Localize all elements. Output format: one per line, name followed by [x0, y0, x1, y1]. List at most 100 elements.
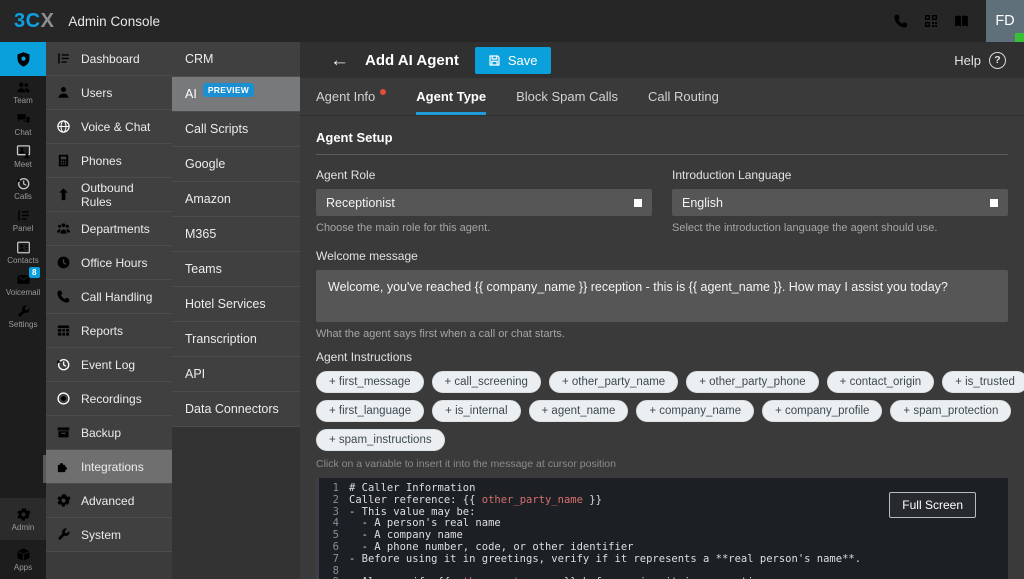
submenu-item-amazon[interactable]: Amazon	[172, 182, 300, 217]
submenu-item-transcription[interactable]: Transcription	[172, 322, 300, 357]
variable-chip[interactable]: + agent_name	[529, 400, 629, 422]
variable-chip[interactable]: + company_profile	[762, 400, 882, 422]
submenu-item-teams[interactable]: Teams	[172, 252, 300, 287]
tab-bar: Agent Info Agent Type Block Spam Calls C…	[300, 78, 1024, 116]
person-icon	[56, 85, 72, 100]
tab-block-spam-calls[interactable]: Block Spam Calls	[516, 78, 618, 115]
submenu-item-google[interactable]: Google	[172, 147, 300, 182]
welcome-message-help: What the agent says first when a call or…	[316, 328, 1008, 340]
sidebar-item-departments[interactable]: Departments	[46, 212, 172, 246]
submenu-item-ai[interactable]: AIPREVIEW	[172, 77, 300, 112]
back-arrow-icon[interactable]: ←	[330, 51, 349, 70]
main-panel: ← Add AI Agent Save Help ? Agent Info Ag…	[300, 42, 1024, 579]
variable-chip[interactable]: + call_screening	[432, 371, 541, 393]
section-title: Agent Setup	[316, 130, 1008, 155]
rail-scrollbar[interactable]	[43, 455, 46, 483]
avatar[interactable]: FD	[986, 0, 1024, 42]
submenu-item-call-scripts[interactable]: Call Scripts	[172, 112, 300, 147]
agent-role-select[interactable]: Receptionist	[316, 189, 652, 216]
rail-item-panel[interactable]: Panel	[0, 204, 46, 236]
sidebar-item-advanced[interactable]: Advanced	[46, 484, 172, 518]
rail-item-calls[interactable]: Calls	[0, 172, 46, 204]
sidebar-item-dashboard[interactable]: Dashboard	[46, 42, 172, 76]
icon-rail: Team Chat Meet Calls Panel Contacts 8 Vo…	[0, 42, 46, 579]
rail-item-admin-console[interactable]	[0, 42, 46, 76]
envelope-icon: 8	[16, 272, 31, 287]
rail-item-admin[interactable]: Admin	[0, 498, 46, 540]
submenu-item-api[interactable]: API	[172, 357, 300, 392]
apps-box-icon	[16, 547, 31, 562]
required-dot	[380, 89, 386, 95]
variable-chips-row-3: + spam_instructions	[316, 429, 1008, 451]
introduction-language-select[interactable]: English	[672, 189, 1008, 216]
variable-chip[interactable]: + other_party_phone	[686, 371, 818, 393]
rail-item-chat[interactable]: Chat	[0, 108, 46, 140]
sidebar-item-voice-chat[interactable]: Voice & Chat	[46, 110, 172, 144]
preview-badge: PREVIEW	[203, 83, 254, 97]
save-icon	[488, 54, 501, 67]
rail-item-team[interactable]: Team	[0, 76, 46, 108]
dashboard-icon	[56, 51, 72, 66]
help-link[interactable]: Help ?	[954, 52, 1006, 69]
chat-icon	[16, 112, 31, 127]
page-title: Add AI Agent	[365, 52, 459, 69]
sidebar-item-system[interactable]: System	[46, 518, 172, 552]
variable-chip[interactable]: + spam_protection	[890, 400, 1011, 422]
variable-chip[interactable]: + first_language	[316, 400, 424, 422]
rail-item-settings[interactable]: Settings	[0, 300, 46, 332]
agent-role-help: Choose the main role for this agent.	[316, 222, 652, 234]
variable-chip[interactable]: + spam_instructions	[316, 429, 445, 451]
rail-item-voicemail[interactable]: 8 Voicemail	[0, 268, 46, 300]
handset-icon	[56, 289, 72, 304]
meet-icon	[16, 144, 31, 159]
sidebar-item-recordings[interactable]: Recordings	[46, 382, 172, 416]
rail-item-contacts[interactable]: Contacts	[0, 236, 46, 268]
tab-call-routing[interactable]: Call Routing	[648, 78, 719, 115]
sidebar-item-users[interactable]: Users	[46, 76, 172, 110]
sidebar-item-office-hours[interactable]: Office Hours	[46, 246, 172, 280]
wrench-icon	[16, 304, 31, 319]
docs-book-icon[interactable]	[946, 0, 976, 42]
variable-chip[interactable]: + other_party_name	[549, 371, 678, 393]
agent-role-field: Agent Role Receptionist Choose the main …	[316, 168, 652, 234]
variable-chip[interactable]: + company_name	[636, 400, 754, 422]
admin-console-icon	[15, 51, 32, 68]
sidebar-item-event-log[interactable]: Event Log	[46, 348, 172, 382]
help-question-icon: ?	[989, 52, 1006, 69]
rail-item-meet[interactable]: Meet	[0, 140, 46, 172]
sidebar-item-call-handling[interactable]: Call Handling	[46, 280, 172, 314]
full-screen-button[interactable]: Full Screen	[889, 492, 976, 518]
tab-agent-type[interactable]: Agent Type	[416, 78, 486, 115]
tab-agent-info[interactable]: Agent Info	[316, 78, 386, 115]
history-icon	[56, 357, 72, 372]
logo-3c: 3C	[14, 10, 41, 33]
submenu-item-crm[interactable]: CRM	[172, 42, 300, 77]
agent-setup-form: Agent Setup Agent Role Receptionist Choo…	[300, 116, 1024, 579]
rail-item-apps[interactable]: Apps	[0, 540, 46, 578]
page-header: ← Add AI Agent Save Help ?	[300, 42, 1024, 78]
variable-chip[interactable]: + is_internal	[432, 400, 520, 422]
variable-chip[interactable]: + is_trusted	[942, 371, 1024, 393]
submenu-item-data-connectors[interactable]: Data Connectors	[172, 392, 300, 427]
save-button[interactable]: Save	[475, 47, 551, 74]
submenu-item-m365[interactable]: M365	[172, 217, 300, 252]
sidebar-item-phones[interactable]: Phones	[46, 144, 172, 178]
panel-icon	[16, 208, 31, 223]
sidebar-item-outbound-rules[interactable]: Outbound Rules	[46, 178, 172, 212]
3cx-logo: 3CX	[14, 10, 54, 33]
sidebar-item-reports[interactable]: Reports	[46, 314, 172, 348]
variable-chip[interactable]: + first_message	[316, 371, 424, 393]
puzzle-icon	[56, 459, 72, 474]
submenu-item-hotel-services[interactable]: Hotel Services	[172, 287, 300, 322]
welcome-message-input[interactable]: Welcome, you've reached {{ company_name …	[316, 270, 1008, 322]
sidebar-item-integrations[interactable]: Integrations	[46, 450, 172, 484]
variable-chips-row-2: + first_language + is_internal + agent_n…	[316, 400, 1008, 422]
sidebar-item-backup[interactable]: Backup	[46, 416, 172, 450]
qr-code-icon[interactable]	[916, 0, 946, 42]
phone-icon[interactable]	[886, 0, 916, 42]
contact-card-icon	[16, 240, 31, 255]
instructions-code-editor[interactable]: 1# Caller Information 2Caller reference:…	[316, 478, 1008, 579]
variable-chip[interactable]: + contact_origin	[827, 371, 935, 393]
agent-instructions-label: Agent Instructions	[316, 350, 1008, 364]
submenu-filler	[172, 427, 300, 579]
